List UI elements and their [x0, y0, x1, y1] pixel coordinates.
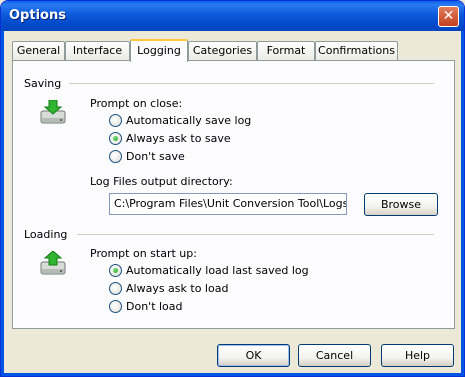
radio-dont-load[interactable]: Don't load: [109, 299, 329, 315]
tab-general[interactable]: General: [12, 41, 65, 60]
saving-separator: [69, 83, 434, 84]
tab-logging[interactable]: Logging: [130, 39, 188, 62]
help-button[interactable]: Help: [381, 344, 454, 367]
radio-button[interactable]: [109, 264, 122, 277]
close-icon: ✕: [442, 8, 455, 24]
tab-label: General: [16, 44, 61, 57]
radio-button[interactable]: [109, 132, 122, 145]
radio-label: Automatically save log: [126, 114, 252, 127]
disk-save-icon: [40, 100, 66, 124]
prompt-on-startup-label: Prompt on start up:: [90, 247, 197, 260]
browse-button[interactable]: Browse: [364, 193, 438, 216]
tab-categories[interactable]: Categories: [188, 41, 257, 60]
close-button[interactable]: ✕: [438, 6, 459, 27]
log-directory-input[interactable]: C:\Program Files\Unit Conversion Tool\Lo…: [109, 193, 347, 215]
tab-format[interactable]: Format: [257, 41, 315, 60]
window-frame-bottom: [1, 373, 464, 376]
tab-label: Interface: [72, 44, 123, 57]
tab-label: Logging: [137, 44, 181, 57]
window-frame-right: [461, 31, 464, 376]
window-title: Options: [9, 8, 66, 23]
logging-panel: Saving Prompt on close: Automatically sa…: [12, 60, 455, 329]
disk-load-icon: [40, 251, 66, 275]
tab-interface[interactable]: Interface: [65, 41, 130, 60]
loading-section-label: Loading: [24, 228, 68, 241]
tab-confirmations[interactable]: Confirmations: [315, 41, 398, 60]
radio-auto-save[interactable]: Automatically save log: [109, 113, 289, 129]
log-directory-label: Log Files output directory:: [90, 175, 233, 188]
prompt-on-close-label: Prompt on close:: [90, 97, 183, 110]
radio-label: Don't load: [126, 300, 183, 313]
loading-separator: [77, 234, 434, 235]
radio-always-ask-save[interactable]: Always ask to save: [109, 131, 289, 147]
radio-label: Don't save: [126, 150, 185, 163]
tab-label: Format: [266, 44, 306, 57]
radio-label: Always ask to save: [126, 132, 231, 145]
radio-label: Automatically load last saved log: [126, 264, 309, 277]
tab-label: Categories: [192, 44, 253, 57]
radio-button[interactable]: [109, 150, 122, 163]
cancel-button[interactable]: Cancel: [298, 344, 371, 367]
ok-button[interactable]: OK: [217, 344, 290, 367]
radio-dont-save[interactable]: Don't save: [109, 149, 289, 165]
title-bar[interactable]: Options ✕: [1, 1, 464, 31]
options-dialog: Options ✕ General Interface Logging Cate…: [0, 0, 465, 377]
radio-always-ask-load[interactable]: Always ask to load: [109, 281, 329, 297]
radio-auto-load[interactable]: Automatically load last saved log: [109, 263, 329, 279]
radio-button[interactable]: [109, 300, 122, 313]
radio-label: Always ask to load: [126, 282, 229, 295]
saving-section-label: Saving: [24, 77, 62, 90]
radio-button[interactable]: [109, 114, 122, 127]
window-frame-left: [1, 31, 4, 376]
radio-button[interactable]: [109, 282, 122, 295]
tab-label: Confirmations: [318, 44, 395, 57]
